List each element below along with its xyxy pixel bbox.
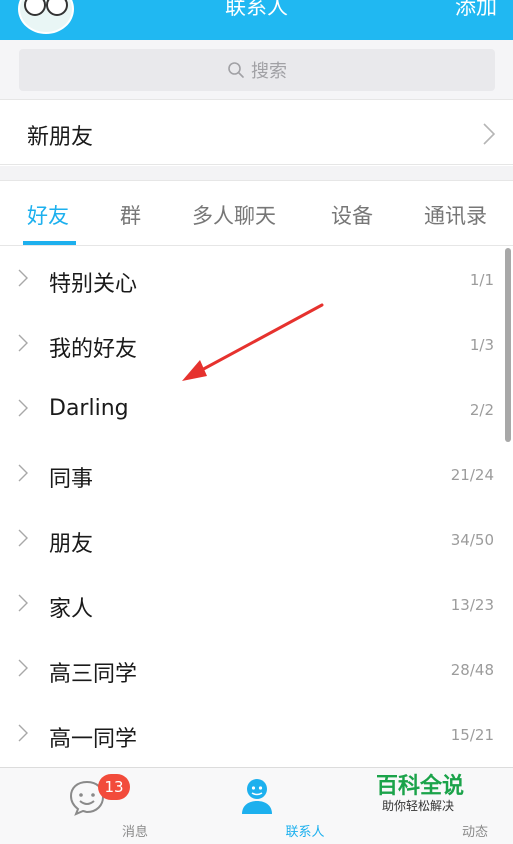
top-header: 联系人 添加	[0, 0, 513, 40]
tab-multi-chat[interactable]: 多人聊天	[192, 200, 276, 230]
nav-messages-label: 消息	[121, 825, 148, 840]
group-count: 15/21	[450, 726, 494, 744]
group-count: 1/1	[469, 271, 494, 289]
group-count: 2/2	[469, 401, 494, 419]
tab-address-book[interactable]: 通讯录	[424, 200, 487, 230]
group-name: 家人	[49, 597, 94, 622]
chevron-right-icon	[18, 724, 28, 742]
chevron-right-icon	[18, 464, 28, 482]
chevron-right-icon	[18, 594, 28, 612]
group-name: 同事	[49, 467, 94, 492]
list-item[interactable]: 特别关心 1/1	[0, 247, 513, 312]
group-count: 1/3	[469, 336, 494, 354]
active-tab-indicator	[23, 241, 76, 245]
tab-friends[interactable]: 好友	[27, 200, 69, 230]
group-count: 28/48	[450, 661, 494, 679]
group-name: Darling	[49, 396, 129, 421]
list-item[interactable]: 高一同学 15/21	[0, 702, 513, 767]
chevron-right-icon	[18, 269, 28, 287]
watermark-subtitle: 助你轻松解决	[382, 799, 455, 813]
chevron-right-icon	[18, 334, 28, 352]
group-count: 13/23	[450, 596, 494, 614]
list-item[interactable]: Darling 2/2	[0, 377, 513, 442]
group-name: 特别关心	[49, 272, 138, 297]
group-count: 21/24	[450, 466, 494, 484]
contacts-icon	[242, 779, 272, 814]
scrollbar[interactable]	[505, 248, 511, 442]
list-item[interactable]: 我的好友 1/3	[0, 312, 513, 377]
group-name: 高三同学	[49, 662, 138, 687]
list-item[interactable]: 家人 13/23	[0, 572, 513, 637]
new-friends-label: 新朋友	[27, 125, 94, 150]
nav-contacts-label: 联系人	[285, 825, 325, 840]
list-item[interactable]: 朋友 34/50	[0, 507, 513, 572]
add-button[interactable]: 添加	[455, 0, 497, 18]
nav-contacts[interactable]: 联系人	[210, 768, 325, 844]
new-friends-row[interactable]: 新朋友	[0, 101, 513, 165]
group-name: 我的好友	[49, 337, 138, 362]
search-input[interactable]: 搜索	[19, 49, 495, 91]
chevron-right-icon	[18, 399, 28, 417]
section-gap	[0, 166, 513, 181]
watermark-title: 百科全说	[376, 774, 465, 799]
chevron-right-icon	[483, 123, 495, 145]
unread-badge: 13	[98, 774, 130, 800]
tab-devices[interactable]: 设备	[331, 200, 373, 230]
tab-groups[interactable]: 群	[120, 200, 141, 230]
group-name: 高一同学	[49, 727, 138, 752]
list-item[interactable]: 同事 21/24	[0, 442, 513, 507]
friend-group-list: 特别关心 1/1 我的好友 1/3 Darling 2/2 同事 21/24 朋…	[0, 247, 513, 767]
nav-dynamic-label: 动态	[461, 825, 488, 840]
contact-tabs: 好友 群 多人聊天 设备 通讯录	[0, 182, 513, 246]
search-placeholder: 搜索	[251, 61, 287, 82]
list-item[interactable]: 高三同学 28/48	[0, 637, 513, 702]
chevron-right-icon	[18, 529, 28, 547]
search-area: 搜索	[0, 40, 513, 100]
group-name: 朋友	[49, 532, 94, 557]
search-icon	[228, 62, 244, 78]
page-title: 联系人	[225, 0, 288, 19]
chevron-right-icon	[18, 659, 28, 677]
group-count: 34/50	[450, 531, 494, 549]
